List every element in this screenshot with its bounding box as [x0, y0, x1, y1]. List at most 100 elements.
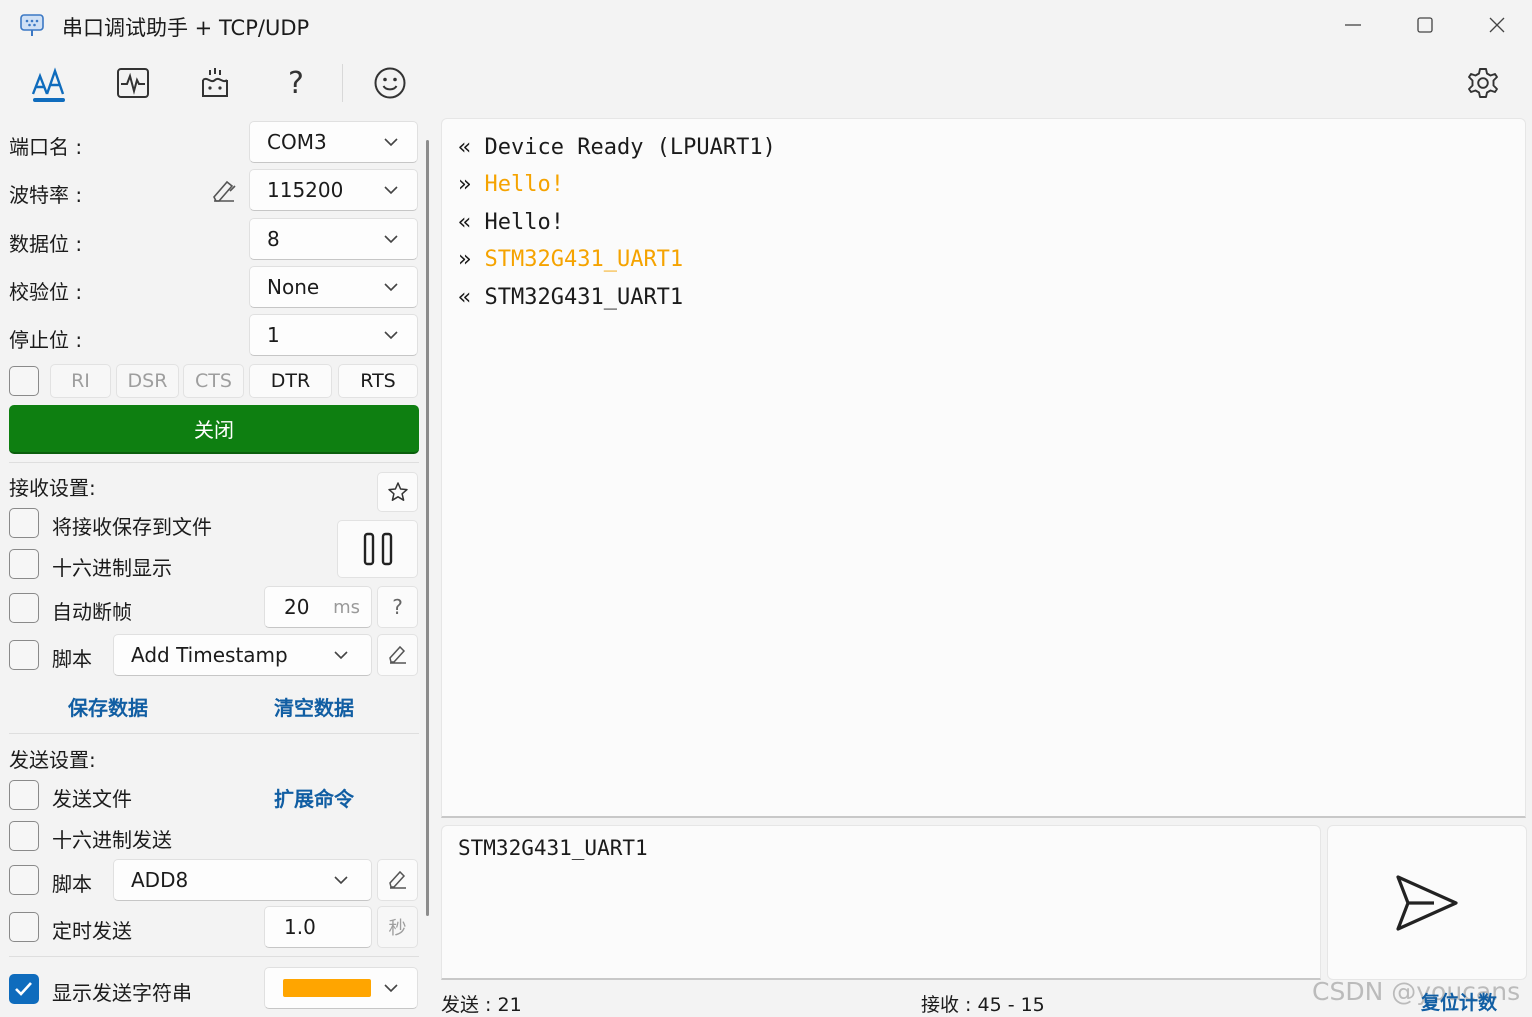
serial-port-app-icon [18, 11, 46, 39]
send-script-checkbox[interactable] [9, 865, 39, 895]
receive-script-checkbox[interactable] [9, 640, 39, 670]
selected-tab-indicator [33, 98, 65, 102]
send-script-value: ADD8 [131, 868, 189, 892]
timed-send-interval-input[interactable]: 1.0 [264, 906, 372, 948]
hex-display-label: 十六进制显示 [52, 556, 172, 580]
log-direction: » [458, 172, 472, 197]
send-input[interactable]: STM32G431_UART1 [441, 825, 1321, 980]
auto-frame-label: 自动断帧 [52, 600, 132, 624]
received-count: 接收 : 45 - 15 [921, 994, 1045, 1016]
chevron-down-icon [384, 984, 398, 993]
favorite-button[interactable] [377, 472, 418, 512]
parity-label: 校验位 : [9, 280, 83, 304]
receive-script-label: 脚本 [52, 647, 92, 671]
cts-indicator: CTS [183, 364, 244, 398]
log-text: STM32G431_UART1 [484, 247, 684, 272]
divider [9, 733, 419, 734]
reset-count-link[interactable]: 复位计数 [1421, 988, 1497, 1015]
hex-send-checkbox[interactable] [9, 821, 39, 851]
gear-icon[interactable] [1455, 58, 1511, 108]
auto-frame-checkbox[interactable] [9, 593, 39, 623]
port-label: 端口名 : [9, 135, 83, 159]
show-sent-label: 显示发送字符串 [52, 981, 192, 1005]
toolbar-separator [342, 64, 343, 102]
baud-select[interactable]: 115200 [249, 169, 418, 211]
left-panel-scrollbar[interactable] [426, 140, 429, 916]
log-line: « STM32G431_UART1 [458, 285, 683, 310]
waveform-icon[interactable] [105, 58, 161, 108]
send-file-checkbox[interactable] [9, 780, 39, 810]
log-line: » STM32G431_UART1 [458, 247, 683, 272]
log-direction: « [458, 135, 472, 160]
log-line: « Device Ready (LPUART1) [458, 135, 776, 160]
send-button[interactable] [1327, 825, 1527, 980]
close-port-button[interactable]: 关闭 [9, 405, 419, 454]
chevron-down-icon [384, 331, 398, 340]
hex-display-checkbox[interactable] [9, 549, 39, 579]
plugin-icon[interactable] [187, 58, 243, 108]
send-script-label: 脚本 [52, 872, 92, 896]
edit-receive-script-button[interactable] [377, 634, 418, 676]
dtr-toggle[interactable]: DTR [249, 364, 332, 398]
edit-baud-icon[interactable] [210, 177, 238, 205]
baud-label: 波特率 : [9, 183, 83, 207]
parity-select[interactable]: None [249, 266, 418, 308]
pause-button[interactable] [337, 520, 418, 578]
show-sent-checkbox[interactable] [9, 974, 39, 1004]
log-line: » Hello! [458, 172, 564, 197]
window-title: 串口调试助手 + TCP/UDP [62, 16, 310, 40]
clear-data-link[interactable]: 清空数据 [274, 692, 354, 721]
data-bits-value: 8 [267, 227, 280, 251]
edit-send-script-button[interactable] [377, 859, 418, 901]
frame-timeout-input[interactable]: 20 ms [264, 586, 372, 628]
divider [9, 462, 419, 463]
sent-color-picker[interactable] [264, 967, 418, 1009]
frame-timeout-unit: ms [333, 596, 360, 618]
baud-value: 115200 [267, 178, 344, 202]
data-bits-select[interactable]: 8 [249, 218, 418, 260]
pause-icon [363, 532, 392, 566]
dsr-indicator: DSR [116, 364, 179, 398]
rts-toggle[interactable]: RTS [338, 364, 418, 398]
stop-bits-label: 停止位 : [9, 328, 83, 352]
help-icon[interactable]: ? [268, 58, 324, 108]
port-select[interactable]: COM3 [249, 121, 418, 163]
pen-icon [388, 870, 406, 889]
log-text: Hello! [484, 210, 564, 235]
chevron-down-icon [384, 283, 398, 292]
smile-icon[interactable] [362, 58, 418, 108]
maximize-button[interactable] [1390, 0, 1460, 50]
stop-bits-select[interactable]: 1 [249, 314, 418, 356]
frame-timeout-value: 20 [284, 595, 310, 619]
hex-send-label: 十六进制发送 [52, 828, 172, 852]
minimize-button[interactable] [1318, 0, 1388, 50]
log-text: Device Ready (LPUART1) [484, 135, 776, 160]
close-window-button[interactable] [1462, 0, 1532, 50]
log-direction: « [458, 285, 472, 310]
sent-color-swatch [283, 979, 371, 997]
receive-area[interactable]: « Device Ready (LPUART1) » Hello! « Hell… [441, 118, 1526, 818]
pins-checkbox[interactable] [9, 366, 39, 396]
save-data-link[interactable]: 保存数据 [68, 692, 148, 721]
data-bits-label: 数据位 : [9, 232, 83, 256]
send-script-select[interactable]: ADD8 [113, 859, 372, 901]
pen-icon [388, 645, 406, 664]
save-to-file-checkbox[interactable] [9, 508, 39, 538]
chevron-down-icon [334, 876, 348, 885]
frame-help-button[interactable]: ? [377, 586, 418, 628]
receive-script-select[interactable]: Add Timestamp [113, 634, 372, 676]
check-icon [15, 982, 32, 996]
chevron-down-icon [384, 138, 398, 147]
log-direction: » [458, 247, 472, 272]
port-value: COM3 [267, 130, 327, 154]
chevron-down-icon [384, 186, 398, 195]
extended-command-link[interactable]: 扩展命令 [274, 783, 354, 812]
stop-bits-value: 1 [267, 323, 280, 347]
chevron-down-icon [334, 651, 348, 660]
sent-count: 发送 : 21 [441, 994, 522, 1016]
log-line: « Hello! [458, 210, 564, 235]
divider [9, 956, 419, 957]
timed-send-checkbox[interactable] [9, 912, 39, 942]
timed-send-unit: 秒 [377, 906, 418, 948]
receive-script-value: Add Timestamp [131, 643, 288, 667]
